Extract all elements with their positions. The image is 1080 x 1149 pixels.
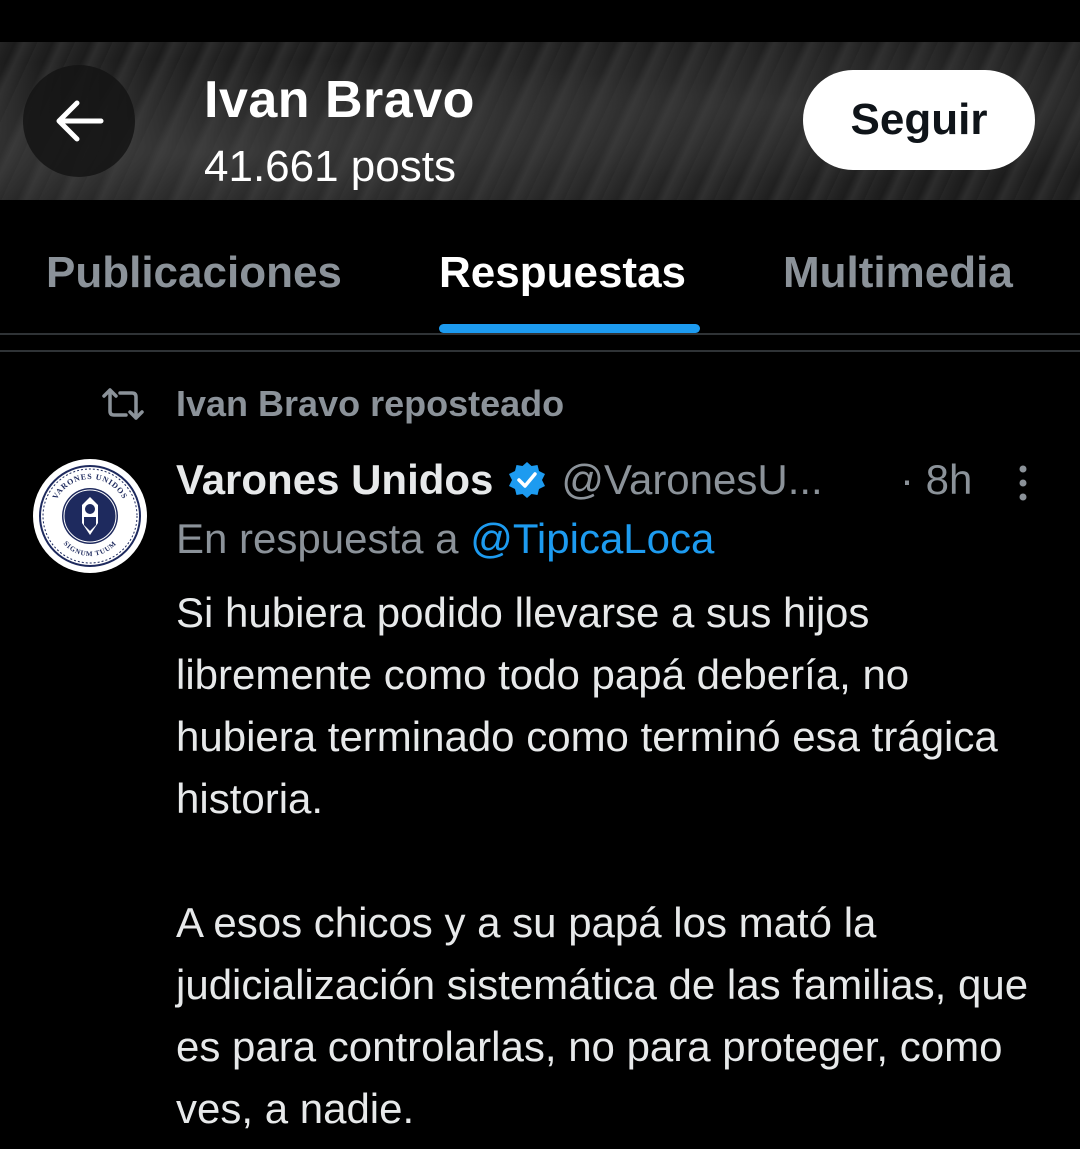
reply-context: En respuesta a @TipicaLoca — [176, 515, 714, 563]
posts-count: 41.661 posts — [204, 142, 456, 191]
varones-unidos-logo: VARONES UNIDOS SIGNUM TUUM — [35, 461, 145, 571]
author-handle[interactable]: @VaronesU... — [561, 456, 822, 504]
tab-multimedia[interactable]: Multimedia — [783, 248, 1013, 298]
repost-icon — [100, 387, 146, 421]
profile-name: Ivan Bravo — [204, 71, 475, 129]
active-tab-indicator — [439, 324, 700, 333]
more-options-button[interactable] — [1005, 458, 1041, 508]
reply-handle-link[interactable]: @TipicaLoca — [470, 515, 714, 562]
back-button[interactable] — [23, 65, 135, 177]
more-vertical-icon — [1017, 463, 1029, 503]
repost-label: Ivan Bravo reposteado — [176, 383, 565, 424]
tweet-body: Si hubiera podido llevarse a sus hijos l… — [176, 582, 1056, 1140]
profile-header: Ivan Bravo 41.661 posts Seguir — [0, 0, 1080, 200]
tweet-paragraph: A esos chicos y a su papá los mató la ju… — [176, 899, 1029, 1132]
profile-tabs: Publicaciones Respuestas Multimedia — [0, 200, 1080, 335]
tweet-header: Varones Unidos @VaronesU... — [176, 452, 823, 508]
verified-badge-icon — [507, 460, 547, 500]
repost-context[interactable]: Ivan Bravo reposteado — [100, 382, 564, 426]
tab-respuestas[interactable]: Respuestas — [439, 248, 686, 298]
follow-button[interactable]: Seguir — [803, 70, 1035, 170]
reply-prefix: En respuesta a — [176, 515, 471, 562]
tab-publicaciones[interactable]: Publicaciones — [46, 248, 342, 298]
tweet-timestamp[interactable]: · 8h — [900, 452, 972, 508]
divider — [0, 350, 1080, 352]
arrow-left-icon — [51, 97, 107, 145]
author-name[interactable]: Varones Unidos — [176, 456, 493, 504]
tweet-paragraph: Si hubiera podido llevarse a sus hijos l… — [176, 589, 998, 822]
avatar[interactable]: VARONES UNIDOS SIGNUM TUUM — [33, 459, 147, 573]
